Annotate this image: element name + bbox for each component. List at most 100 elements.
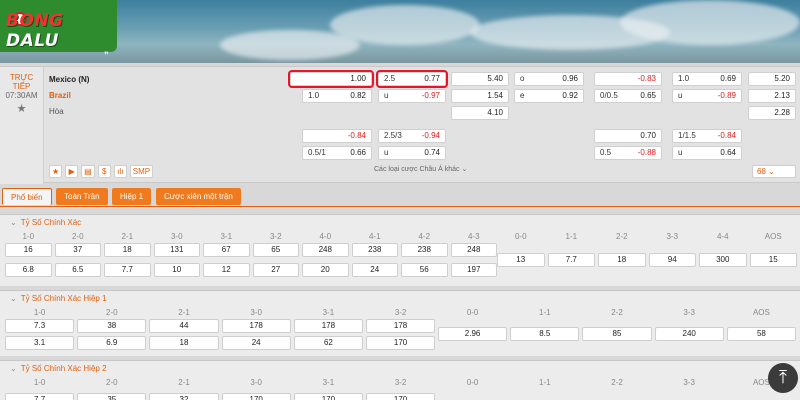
h1-ou-alt-over[interactable]: 1/1.5 -0.84: [672, 129, 742, 143]
score-odd-draw[interactable]: 8.5: [510, 327, 580, 341]
ft-ah-away-odd[interactable]: 1.0 0.82: [302, 89, 372, 103]
score-odd-away[interactable]: 170: [366, 336, 436, 350]
score-odd-away[interactable]: 56: [401, 263, 448, 277]
score-odd-home[interactable]: 178: [221, 319, 291, 333]
score-odd-draw[interactable]: 94: [648, 253, 696, 267]
ft-odd-cell[interactable]: o 0.96: [514, 72, 584, 86]
score-odd-away[interactable]: 6.5: [54, 263, 101, 277]
ft-ou-under-odd[interactable]: u -0.97: [378, 89, 446, 103]
tab-first-half[interactable]: Hiệp 1: [112, 188, 152, 205]
score-odd-away[interactable]: 20: [302, 263, 349, 277]
score-odd-home[interactable]: 170: [366, 393, 436, 400]
score-odd-draw[interactable]: 18: [598, 253, 646, 267]
info-icon[interactable]: ▤: [81, 165, 95, 178]
tab-popular[interactable]: Phổ biến: [2, 188, 52, 205]
score-odd-away[interactable]: 6.9: [77, 336, 147, 350]
h1-1x2-away[interactable]: 2.13: [748, 89, 796, 103]
h1-1x2-draw[interactable]: 2.28: [748, 106, 796, 120]
score-odd-home[interactable]: 248: [450, 243, 497, 257]
score-odd-home[interactable]: 35: [77, 393, 147, 400]
ft-ah-alt-home[interactable]: -0.84: [302, 129, 372, 143]
score-odd-away[interactable]: 197: [450, 263, 497, 277]
section-header[interactable]: ⌄ Tỷ Số Chính Xác: [0, 215, 800, 231]
score-odd-away[interactable]: 24: [351, 263, 398, 277]
h1-ou-over-odd[interactable]: 1.0 0.69: [672, 72, 742, 86]
score-odd-away[interactable]: 3.1: [5, 336, 75, 350]
score-odd-home[interactable]: 37: [54, 243, 101, 257]
score-header: 2-2: [615, 232, 628, 241]
score-odd-home[interactable]: 65: [252, 243, 299, 257]
favorite-icon[interactable]: ★: [49, 165, 63, 178]
h1-ah-home-odd[interactable]: -0.83: [594, 72, 662, 86]
section-header[interactable]: ⌄ Tỷ Số Chính Xác Hiệp 2: [0, 361, 800, 377]
ft-ou-alt-over[interactable]: 2.5/3 -0.94: [378, 129, 446, 143]
scroll-to-top-icon[interactable]: ⤒: [768, 363, 798, 393]
h1-ou-alt-under[interactable]: u 0.64: [672, 146, 742, 160]
more-markets-count[interactable]: 68 ⌄: [752, 165, 796, 178]
score-odd-home[interactable]: 7.7: [5, 393, 75, 400]
score-odd-draw[interactable]: 2.96: [438, 327, 508, 341]
score-odd-draw[interactable]: 7.7: [547, 253, 595, 267]
score-odd-home[interactable]: 44: [149, 319, 219, 333]
score-odd-away[interactable]: 7.7: [104, 263, 151, 277]
score-odd-home[interactable]: 170: [221, 393, 291, 400]
score-odd-draw[interactable]: 15: [749, 253, 797, 267]
ft-ah-home-odd[interactable]: 1.00: [288, 70, 374, 88]
ft-1x2-away[interactable]: 1.54: [451, 89, 509, 103]
score-odd-away[interactable]: 27: [252, 263, 299, 277]
h1-ou-under-odd[interactable]: u -0.89: [672, 89, 742, 103]
score-odd-home[interactable]: 178: [293, 319, 363, 333]
h1-ah-alt-away[interactable]: 0.5 -0.88: [594, 146, 662, 160]
more-asian-bets-link[interactable]: Các loại cược Châu Á khác ⌄: [374, 165, 467, 173]
score-header: 4-1: [368, 232, 381, 241]
tab-full-time[interactable]: Toàn Trận: [56, 188, 108, 205]
score-odd-home[interactable]: 7.3: [5, 319, 75, 333]
site-logo[interactable]: BONG DALU ”: [0, 0, 117, 60]
ft-1x2-draw[interactable]: 4.10: [451, 106, 509, 120]
h1-1x2-home[interactable]: 5.20: [748, 72, 796, 86]
live-stream-icon[interactable]: ▶: [65, 165, 79, 178]
away-team[interactable]: Brazil: [49, 88, 289, 104]
score-header: 2-0: [106, 308, 118, 317]
score-odd-home[interactable]: 18: [104, 243, 151, 257]
score-odd-home[interactable]: 170: [293, 393, 363, 400]
h1-ah-alt-home[interactable]: 0.70: [594, 129, 662, 143]
score-odd-home[interactable]: 32: [149, 393, 219, 400]
score-odd-home[interactable]: 238: [351, 243, 398, 257]
score-header: 4-4: [716, 232, 729, 241]
score-header: 2-1: [178, 308, 190, 317]
ft-ou-over-odd[interactable]: 2.5 0.77: [376, 70, 448, 88]
live-status: TRỰC TIẾP: [9, 73, 34, 91]
score-odd-away[interactable]: 12: [203, 263, 250, 277]
star-icon[interactable]: ★: [0, 102, 43, 115]
ft-even-cell[interactable]: e 0.92: [514, 89, 584, 103]
score-odd-away[interactable]: 24: [221, 336, 291, 350]
section-header[interactable]: ⌄ Tỷ Số Chính Xác Hiệp 1: [0, 291, 800, 307]
score-odd-home[interactable]: 38: [77, 319, 147, 333]
score-odd-draw[interactable]: 58: [726, 327, 796, 341]
score-odd-home[interactable]: 16: [5, 243, 52, 257]
score-odd-home[interactable]: 248: [302, 243, 349, 257]
tab-same-game-parlay[interactable]: Cược xiên một trận: [156, 188, 241, 205]
score-header: 4-2: [418, 232, 431, 241]
score-odd-away[interactable]: 62: [293, 336, 363, 350]
ft-1x2-home[interactable]: 5.40: [451, 72, 509, 86]
home-team[interactable]: Mexico (N): [49, 72, 289, 88]
score-odd-home[interactable]: 238: [401, 243, 448, 257]
score-odd-away[interactable]: 6.8: [5, 263, 52, 277]
stats-icon[interactable]: ılı: [113, 165, 127, 178]
score-odd-draw[interactable]: 300: [699, 253, 747, 267]
dollar-icon[interactable]: $: [97, 165, 111, 178]
score-odd-away[interactable]: 18: [149, 336, 219, 350]
ft-ou-alt-under[interactable]: u 0.74: [378, 146, 446, 160]
score-odd-away[interactable]: 10: [153, 263, 200, 277]
score-odd-home[interactable]: 178: [366, 319, 436, 333]
score-odd-draw[interactable]: 13: [497, 253, 545, 267]
score-odd-home[interactable]: 67: [203, 243, 250, 257]
ft-ah-alt-away[interactable]: 0.5/1 0.66: [302, 146, 372, 160]
score-odd-draw[interactable]: 85: [582, 327, 652, 341]
smp-button[interactable]: SMP: [129, 165, 154, 178]
score-odd-home[interactable]: 131: [153, 243, 200, 257]
h1-ah-away-odd[interactable]: 0/0.5 0.65: [594, 89, 662, 103]
score-odd-draw[interactable]: 240: [654, 327, 724, 341]
